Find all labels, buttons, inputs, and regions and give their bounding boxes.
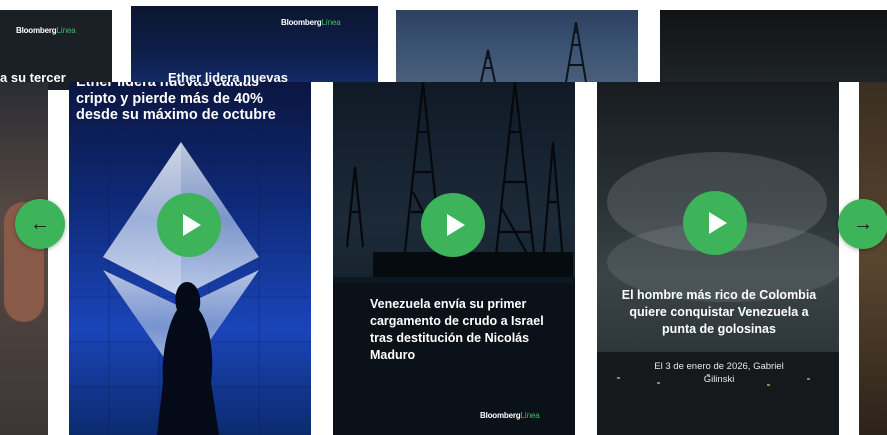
arrow-left-icon: ←	[30, 212, 50, 235]
play-button[interactable]	[157, 193, 221, 257]
back-card-4[interactable]	[660, 10, 887, 82]
story-headline: El hombre más rico de Colombia quiere co…	[621, 288, 817, 336]
story-caption: El 3 de enero de 2026, Gabriel Gilinski	[654, 361, 784, 385]
back-card-1[interactable]: BloombergLínea a su tercer	[0, 10, 112, 90]
ethereum-hex-graphic	[69, 122, 311, 435]
bloomberg-linea-logo: BloombergLínea	[16, 26, 76, 35]
partial-card-right[interactable]	[859, 82, 887, 435]
back-card-3[interactable]	[396, 10, 638, 82]
play-icon	[708, 212, 727, 234]
bloomberg-linea-logo: BloombergLínea	[480, 411, 540, 420]
story-headline: Venezuela envía su primer cargamento de …	[370, 297, 544, 362]
story-card-ether[interactable]: Ether lidera nuevas caídas cripto y pier…	[69, 82, 311, 435]
bloomberg-linea-logo: BloombergLínea	[281, 18, 341, 27]
carousel-next-button[interactable]: →	[838, 199, 887, 249]
story-card-venezuela-crudo[interactable]: Venezuela envía su primer cargamento de …	[333, 82, 575, 435]
play-button[interactable]	[421, 193, 485, 257]
partial-card-left[interactable]	[0, 82, 48, 435]
play-icon	[446, 214, 465, 236]
back-card-2-headline: Ether lidera nuevas	[168, 70, 288, 82]
story-card-colombia-golosinas[interactable]: El hombre más rico de Colombia quiere co…	[597, 82, 839, 435]
play-button[interactable]	[683, 191, 747, 255]
story-headline: Ether lidera nuevas caídas cripto y pier…	[76, 82, 276, 124]
oil-rig-scene	[333, 82, 575, 435]
carousel-prev-button[interactable]: ←	[15, 199, 65, 249]
play-icon	[182, 214, 201, 236]
back-card-2[interactable]: BloombergLínea Ether lidera nuevas	[131, 6, 378, 82]
oil-derrick-silhouette	[480, 21, 587, 82]
arrow-right-icon: →	[853, 212, 873, 235]
